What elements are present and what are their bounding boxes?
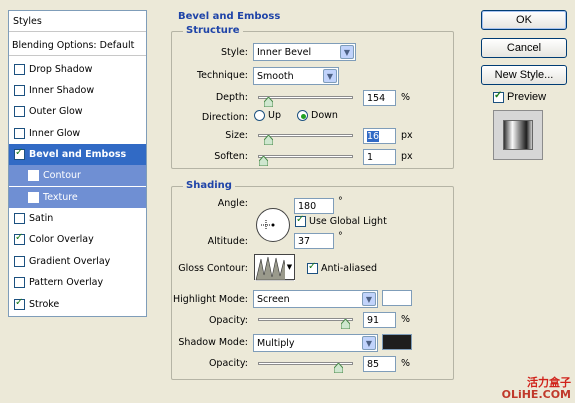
outer-glow-item[interactable]: Outer Glow bbox=[9, 101, 146, 122]
shadow-opacity-slider-thumb[interactable] bbox=[334, 363, 343, 373]
preview-thumbnail bbox=[503, 120, 533, 150]
direction-label: Direction: bbox=[201, 112, 248, 123]
anti-aliased-checkbox[interactable] bbox=[307, 261, 318, 274]
direction-down-option[interactable]: Down bbox=[297, 110, 338, 121]
soften-label: Soften: bbox=[214, 151, 248, 162]
shadow-opacity-unit: % bbox=[401, 358, 411, 369]
stroke-checkbox[interactable] bbox=[14, 297, 25, 310]
satin-checkbox[interactable] bbox=[14, 213, 25, 224]
angle-input[interactable]: 180 bbox=[294, 198, 334, 214]
inner-shadow-checkbox[interactable] bbox=[14, 85, 25, 96]
chevron-down-icon[interactable]: ▼ bbox=[362, 336, 376, 350]
shadow-opacity-label: Opacity: bbox=[208, 358, 248, 369]
texture-checkbox[interactable] bbox=[28, 192, 39, 203]
texture-item[interactable]: Texture bbox=[9, 187, 146, 208]
highlight-opacity-slider[interactable] bbox=[258, 318, 353, 321]
highlight-opacity-label: Opacity: bbox=[208, 315, 248, 326]
shadow-opacity-input[interactable]: 85 bbox=[363, 356, 396, 372]
gradient-overlay-item[interactable]: Gradient Overlay bbox=[9, 251, 146, 272]
color-overlay-item[interactable]: Color Overlay bbox=[9, 229, 146, 250]
inner-glow-checkbox[interactable] bbox=[14, 128, 25, 139]
watermark-url: OLiHE.COM bbox=[501, 388, 571, 401]
chevron-down-icon: ▼ bbox=[286, 263, 293, 271]
chevron-down-icon[interactable]: ▼ bbox=[340, 45, 354, 59]
size-label: Size: bbox=[225, 130, 248, 141]
chevron-down-icon[interactable]: ▼ bbox=[323, 69, 337, 83]
direction-down-radio[interactable] bbox=[297, 110, 308, 121]
shadow-mode-select[interactable]: Multiply ▼ bbox=[253, 334, 378, 352]
contour-checkbox[interactable] bbox=[28, 170, 39, 181]
gloss-contour-dropdown[interactable]: ▼ bbox=[285, 254, 295, 280]
highlight-opacity-slider-thumb[interactable] bbox=[341, 319, 350, 329]
drop-shadow-checkbox[interactable] bbox=[14, 64, 25, 75]
highlight-mode-label: Highlight Mode: bbox=[173, 294, 248, 305]
angle-unit: ° bbox=[338, 196, 343, 207]
bevel-emboss-item[interactable]: Bevel and Emboss bbox=[9, 144, 146, 165]
depth-unit: % bbox=[401, 92, 411, 103]
style-preview bbox=[493, 110, 543, 160]
pattern-overlay-item[interactable]: Pattern Overlay bbox=[9, 272, 146, 293]
angle-crosshair-icon bbox=[261, 220, 275, 230]
new-style-button[interactable]: New Style... bbox=[481, 65, 567, 85]
blending-options-item[interactable]: Blending Options: Default bbox=[9, 35, 146, 56]
use-global-light-checkbox[interactable] bbox=[295, 214, 306, 227]
technique-select[interactable]: Smooth ▼ bbox=[253, 67, 339, 85]
chevron-down-icon[interactable]: ▼ bbox=[362, 292, 376, 306]
drop-shadow-item[interactable]: Drop Shadow bbox=[9, 59, 146, 80]
use-global-light-option[interactable]: Use Global Light bbox=[295, 214, 387, 227]
preview-checkbox[interactable] bbox=[493, 90, 504, 103]
gloss-contour-label: Gloss Contour: bbox=[178, 263, 248, 274]
soften-unit: px bbox=[401, 151, 413, 162]
inner-glow-item[interactable]: Inner Glow bbox=[9, 123, 146, 144]
style-label: Style: bbox=[220, 47, 248, 58]
gradient-overlay-checkbox[interactable] bbox=[14, 256, 25, 267]
technique-label: Technique: bbox=[196, 70, 248, 81]
stroke-item[interactable]: Stroke bbox=[9, 294, 146, 315]
style-select[interactable]: Inner Bevel ▼ bbox=[253, 43, 356, 61]
bevel-emboss-checkbox[interactable] bbox=[14, 147, 25, 160]
highlight-opacity-unit: % bbox=[401, 314, 411, 325]
altitude-unit: ° bbox=[338, 231, 343, 242]
direction-up-radio[interactable] bbox=[254, 110, 265, 121]
soften-input[interactable]: 1 bbox=[363, 149, 396, 165]
shading-title: Shading bbox=[183, 180, 235, 191]
altitude-input[interactable]: 37 bbox=[294, 233, 334, 249]
shadow-color-swatch[interactable] bbox=[382, 334, 412, 350]
highlight-opacity-input[interactable]: 91 bbox=[363, 312, 396, 328]
depth-input[interactable]: 154 bbox=[363, 90, 396, 106]
outer-glow-checkbox[interactable] bbox=[14, 106, 25, 117]
pattern-overlay-checkbox[interactable] bbox=[14, 277, 25, 288]
cancel-button[interactable]: Cancel bbox=[481, 38, 567, 58]
shadow-mode-label: Shadow Mode: bbox=[178, 337, 248, 348]
size-slider-thumb[interactable] bbox=[264, 135, 273, 145]
ok-button[interactable]: OK bbox=[481, 10, 567, 30]
color-overlay-checkbox[interactable] bbox=[14, 232, 25, 245]
soften-slider-thumb[interactable] bbox=[259, 156, 268, 166]
angle-dial[interactable] bbox=[256, 208, 290, 242]
preview-toggle[interactable]: Preview bbox=[493, 90, 546, 103]
styles-header[interactable]: Styles bbox=[9, 11, 146, 32]
anti-aliased-option[interactable]: Anti-aliased bbox=[307, 261, 377, 274]
highlight-color-swatch[interactable] bbox=[382, 290, 412, 306]
soften-slider[interactable] bbox=[258, 155, 353, 158]
satin-item[interactable]: Satin bbox=[9, 208, 146, 229]
direction-up-option[interactable]: Up bbox=[254, 110, 281, 121]
section-title: Bevel and Emboss bbox=[178, 11, 281, 22]
structure-title: Structure bbox=[183, 25, 243, 36]
angle-label: Angle: bbox=[217, 198, 248, 209]
highlight-mode-select[interactable]: Screen ▼ bbox=[253, 290, 378, 308]
depth-slider-thumb[interactable] bbox=[264, 97, 273, 107]
altitude-label: Altitude: bbox=[207, 236, 248, 247]
inner-shadow-item[interactable]: Inner Shadow bbox=[9, 80, 146, 101]
styles-list: Styles Blending Options: Default Drop Sh… bbox=[8, 10, 147, 317]
depth-label: Depth: bbox=[215, 92, 248, 103]
contour-item[interactable]: Contour bbox=[9, 165, 146, 186]
size-input[interactable]: 16 bbox=[363, 128, 396, 144]
size-unit: px bbox=[401, 130, 413, 141]
